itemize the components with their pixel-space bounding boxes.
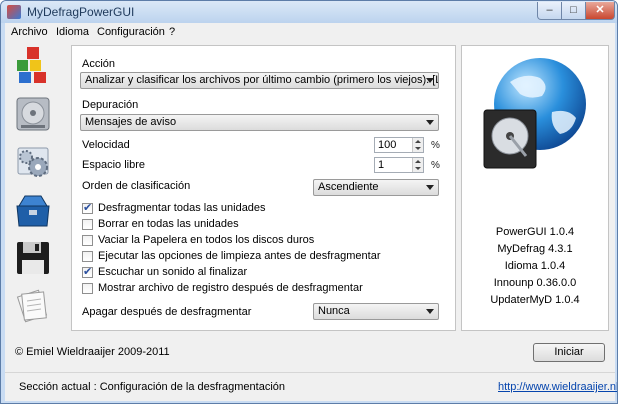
- apagar-select[interactable]: Nunca: [313, 303, 439, 320]
- depuracion-value: Mensajes de aviso: [85, 116, 177, 128]
- version-updater: UpdaterMyD 1.0.4: [490, 294, 580, 306]
- orden-select[interactable]: Ascendiente: [313, 179, 439, 196]
- checkbox-desfragmentar[interactable]: [82, 201, 93, 214]
- chevron-down-icon: [426, 78, 434, 83]
- menu-idioma[interactable]: Idioma: [56, 26, 89, 38]
- stepper-buttons[interactable]: [412, 138, 423, 152]
- maximize-button[interactable]: □: [561, 2, 586, 20]
- checkbox-sonido[interactable]: [82, 265, 93, 278]
- velocidad-label: Velocidad: [82, 139, 130, 151]
- menu-configuracion[interactable]: Configuración: [97, 26, 165, 38]
- website-link[interactable]: http://www.wieldraaijer.nl: [498, 381, 617, 393]
- globe-hard-drive-icon: [483, 58, 586, 169]
- window-title: MyDefragPowerGUI: [27, 5, 135, 19]
- documents-icon[interactable]: [13, 285, 53, 325]
- copyright-text: © Emiel Wieldraaijer 2009-2011: [15, 346, 170, 358]
- checkbox-registro[interactable]: [82, 283, 93, 294]
- defrag-cubes-icon[interactable]: [13, 45, 53, 85]
- version-mydefrag: MyDefrag 4.3.1: [497, 243, 573, 255]
- menu-help[interactable]: ?: [169, 26, 175, 38]
- info-panel: PowerGUI 1.0.4 MyDefrag 4.3.1 Idioma 1.0…: [461, 45, 609, 331]
- checkbox-label: Mostrar archivo de registro después de d…: [98, 282, 363, 294]
- velocidad-value: 100: [378, 139, 397, 151]
- minimize-button[interactable]: –: [537, 2, 562, 20]
- apagar-value: Nunca: [318, 305, 350, 317]
- checkbox-vaciar-papelera[interactable]: [82, 235, 93, 246]
- floppy-disk-icon[interactable]: [13, 238, 53, 278]
- espacio-label: Espacio libre: [82, 159, 145, 171]
- accion-label: Acción: [82, 58, 116, 70]
- chevron-down-icon: [426, 185, 434, 190]
- status-bar: Sección actual : Configuración de la des…: [5, 372, 617, 401]
- menu-bar: Archivo Idioma Configuración ?: [5, 23, 615, 42]
- checkbox-label: Vaciar la Papelera en todos los discos d…: [98, 234, 315, 246]
- depuracion-label: Depuración: [82, 99, 139, 111]
- checkbox-label: Desfragmentar todas las unidades: [98, 202, 266, 214]
- close-button[interactable]: ✕: [585, 2, 615, 20]
- checkbox-limpieza[interactable]: [82, 251, 93, 262]
- hard-drive-icon[interactable]: [13, 94, 53, 134]
- checkbox-label: Borrar en todas las unidades: [98, 218, 239, 230]
- velocidad-stepper[interactable]: 100: [374, 137, 424, 153]
- version-idioma: Idioma 1.0.4: [504, 260, 566, 272]
- start-button[interactable]: Iniciar: [533, 343, 605, 362]
- orden-label: Orden de clasificación: [82, 180, 191, 192]
- app-window: MyDefragPowerGUI – □ ✕ Archivo Idioma Co…: [0, 0, 618, 404]
- chevron-down-icon: [426, 309, 434, 314]
- toolbox-icon[interactable]: [13, 190, 53, 230]
- espacio-stepper[interactable]: 1: [374, 157, 424, 173]
- checkbox-borrar[interactable]: [82, 219, 93, 230]
- current-section-text: Sección actual : Configuración de la des…: [19, 381, 285, 393]
- chevron-down-icon: [426, 120, 434, 125]
- settings-panel: Acción Analizar y clasificar los archivo…: [71, 45, 456, 331]
- accion-value: Analizar y clasificar los archivos por ú…: [85, 74, 439, 86]
- client-area: Acción Analizar y clasificar los archivo…: [5, 42, 617, 401]
- accion-select[interactable]: Analizar y clasificar los archivos por ú…: [80, 72, 439, 89]
- version-powergui: PowerGUI 1.0.4: [495, 226, 575, 238]
- settings-gears-icon[interactable]: [13, 143, 53, 183]
- menu-archivo[interactable]: Archivo: [11, 26, 48, 38]
- checkbox-label: Ejecutar las opciones de limpieza antes …: [98, 250, 381, 262]
- depuracion-select[interactable]: Mensajes de aviso: [80, 114, 439, 131]
- orden-value: Ascendiente: [318, 181, 379, 193]
- stepper-buttons[interactable]: [412, 158, 423, 172]
- app-icon: [7, 5, 21, 19]
- version-innounp: Innounp 0.36.0.0: [493, 277, 577, 289]
- espacio-value: 1: [378, 159, 385, 171]
- title-bar: MyDefragPowerGUI – □ ✕: [1, 1, 617, 23]
- checkbox-label: Escuchar un sonido al finalizar: [98, 266, 248, 278]
- velocidad-unit: %: [431, 140, 440, 151]
- apagar-label: Apagar después de desfragmentar: [82, 306, 252, 318]
- espacio-unit: %: [431, 160, 440, 171]
